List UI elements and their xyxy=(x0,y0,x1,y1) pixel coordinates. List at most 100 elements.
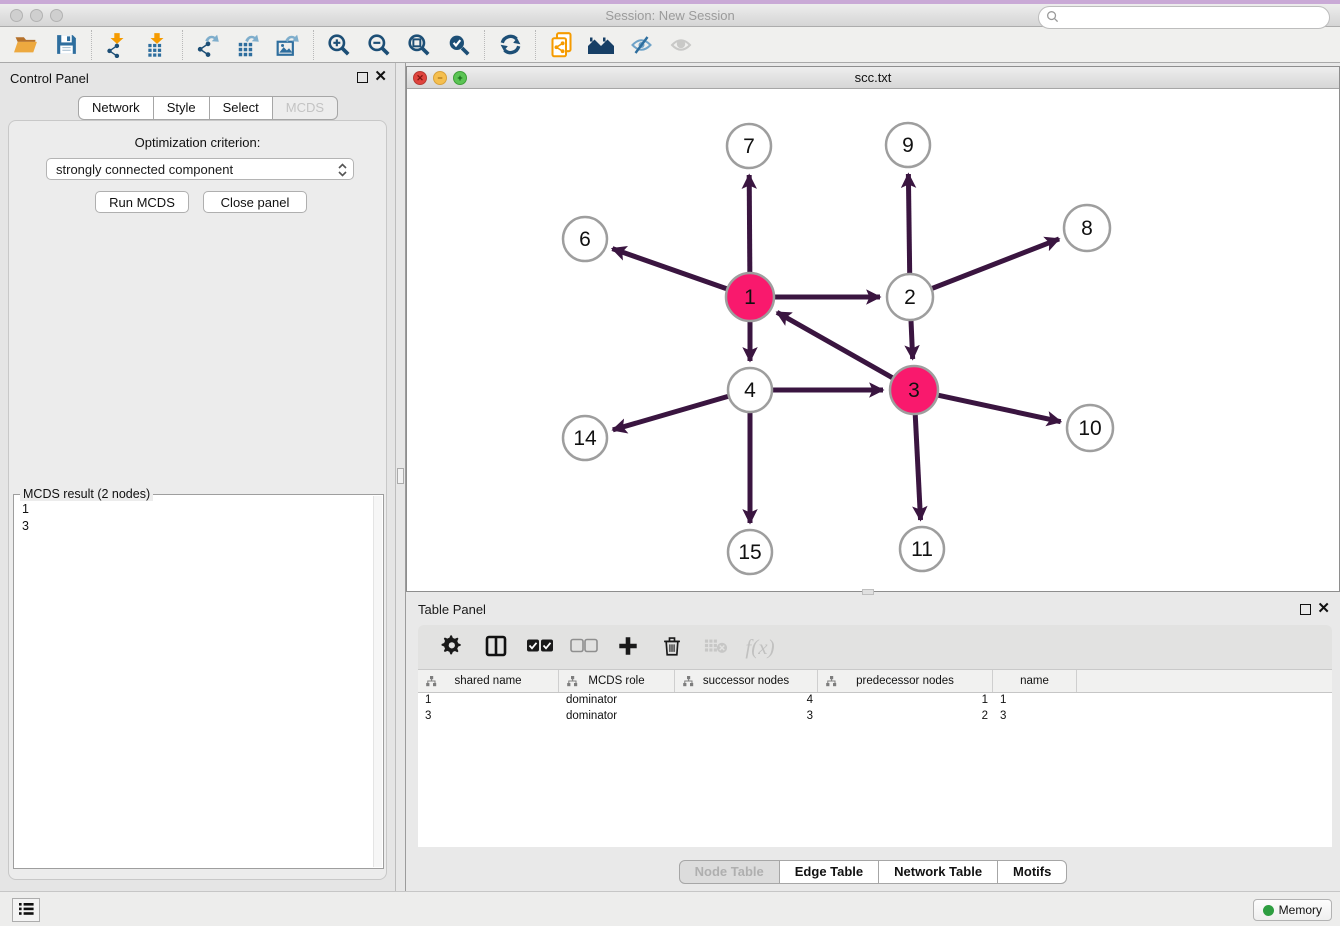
create-column-button[interactable] xyxy=(610,630,646,664)
table-cell[interactable]: 3 xyxy=(418,709,559,725)
close-panel-icon[interactable]: ✕ xyxy=(374,71,387,82)
search-input[interactable] xyxy=(1064,11,1314,25)
node-label-7: 7 xyxy=(743,135,755,158)
main-toolbar xyxy=(0,27,1340,63)
tab-style[interactable]: Style xyxy=(153,96,210,120)
import-table-button[interactable] xyxy=(137,29,177,61)
show-columns-button[interactable] xyxy=(478,630,514,664)
table-cell[interactable]: dominator xyxy=(559,709,675,725)
table-cell[interactable]: 3 xyxy=(675,709,818,725)
criterion-dropdown[interactable]: strongly connected component xyxy=(46,158,354,180)
column-header-MCDS-role[interactable]: MCDS role xyxy=(559,670,675,692)
export-image-button[interactable] xyxy=(268,29,308,61)
table-cell[interactable]: 1 xyxy=(818,693,993,709)
delete-column-button[interactable] xyxy=(654,630,690,664)
column-header-predecessor-nodes[interactable]: predecessor nodes xyxy=(818,670,993,692)
result-scrollbar[interactable] xyxy=(373,496,382,867)
node-table-header: shared nameMCDS rolesuccessor nodes prede… xyxy=(418,670,1332,693)
edge-3-1[interactable] xyxy=(777,312,893,378)
zoom-selected-button[interactable] xyxy=(439,29,479,61)
close-table-panel-icon[interactable]: ✕ xyxy=(1317,603,1330,614)
table-cell[interactable]: 1 xyxy=(418,693,559,709)
open-session-button[interactable] xyxy=(6,29,46,61)
apply-layout-button[interactable] xyxy=(490,29,530,61)
refresh-icon xyxy=(497,31,524,58)
node-11[interactable]: 11 xyxy=(900,527,944,571)
run-mcds-button[interactable]: Run MCDS xyxy=(95,191,189,213)
column-header-shared-name[interactable]: shared name xyxy=(418,670,559,692)
node-2[interactable]: 2 xyxy=(887,274,933,320)
import-network-icon xyxy=(104,32,130,58)
node-10[interactable]: 10 xyxy=(1067,405,1113,451)
tab-edge-table[interactable]: Edge Table xyxy=(779,860,879,884)
memory-button[interactable]: Memory xyxy=(1253,899,1332,921)
mcds-result-text[interactable]: 1 3 xyxy=(22,501,29,535)
tab-select[interactable]: Select xyxy=(209,96,273,120)
float-table-panel-icon[interactable] xyxy=(1300,604,1311,615)
new-network-from-selection-button[interactable] xyxy=(541,29,581,61)
zoom-out-button[interactable] xyxy=(359,29,399,61)
table-toolbar: f(x) xyxy=(418,625,1332,669)
node-4[interactable]: 4 xyxy=(728,368,772,412)
horizontal-splitter-grip[interactable] xyxy=(862,589,874,595)
tab-node-table[interactable]: Node Table xyxy=(679,860,780,884)
edge-3-10[interactable] xyxy=(937,395,1060,422)
node-7[interactable]: 7 xyxy=(727,124,771,168)
table-cell[interactable]: 1 xyxy=(993,693,1077,709)
hide-selected-button[interactable] xyxy=(621,29,661,61)
export-table-button[interactable] xyxy=(228,29,268,61)
table-row[interactable]: 3dominator323 xyxy=(418,709,1332,725)
table-cell[interactable]: 2 xyxy=(818,709,993,725)
zoom-in-button[interactable] xyxy=(319,29,359,61)
import-network-button[interactable] xyxy=(97,29,137,61)
node-8[interactable]: 8 xyxy=(1064,205,1110,251)
first-neighbors-button[interactable] xyxy=(581,29,621,61)
node-1[interactable]: 1 xyxy=(726,273,774,321)
table-panel-title: Table Panel xyxy=(418,602,486,617)
chevron-up-down-icon xyxy=(337,162,348,181)
node-14[interactable]: 14 xyxy=(563,416,607,460)
save-session-button[interactable] xyxy=(46,29,86,61)
table-settings-button[interactable] xyxy=(434,630,470,664)
edge-2-3[interactable] xyxy=(911,320,913,359)
search-field[interactable] xyxy=(1038,6,1330,29)
column-header-successor-nodes[interactable]: successor nodes xyxy=(675,670,818,692)
edge-4-14[interactable] xyxy=(613,396,729,430)
vertical-splitter[interactable] xyxy=(395,63,406,891)
close-panel-button[interactable]: Close panel xyxy=(203,191,307,213)
export-network-button[interactable] xyxy=(188,29,228,61)
node-3[interactable]: 3 xyxy=(890,366,938,414)
toolbar-separator xyxy=(91,30,92,60)
column-label: name xyxy=(1020,675,1049,687)
table-row[interactable]: 1dominator411 xyxy=(418,693,1332,709)
edge-2-8[interactable] xyxy=(931,239,1059,289)
tab-motifs[interactable]: Motifs xyxy=(997,860,1067,884)
tab-mcds[interactable]: MCDS xyxy=(272,96,338,120)
node-9[interactable]: 9 xyxy=(886,123,930,167)
table-cell[interactable]: 4 xyxy=(675,693,818,709)
select-all-columns-button[interactable] xyxy=(522,630,558,664)
column-header-name[interactable]: name xyxy=(993,670,1077,692)
edge-1-6[interactable] xyxy=(612,249,727,289)
node-15[interactable]: 15 xyxy=(728,530,772,574)
splitter-grip[interactable] xyxy=(397,468,404,484)
optimization-criterion-label: Optimization criterion: xyxy=(9,135,386,150)
node-6[interactable]: 6 xyxy=(563,217,607,261)
tab-network-table[interactable]: Network Table xyxy=(878,860,998,884)
float-panel-icon[interactable] xyxy=(357,72,368,83)
trash-icon xyxy=(662,635,682,660)
edge-1-7[interactable] xyxy=(749,175,750,273)
unselect-all-columns-button[interactable] xyxy=(566,630,602,664)
edge-3-11[interactable] xyxy=(915,414,920,520)
network-canvas[interactable]: 7 9 6 8 1 2 4 3 14 10 15 11 xyxy=(407,89,1339,592)
eye-icon xyxy=(667,33,695,57)
tab-network[interactable]: Network xyxy=(78,96,154,120)
table-delete-icon xyxy=(704,637,728,658)
table-cell[interactable]: dominator xyxy=(559,693,675,709)
edge-2-9[interactable] xyxy=(908,174,909,274)
node-label-15: 15 xyxy=(738,541,761,564)
table-cell[interactable]: 3 xyxy=(993,709,1077,725)
task-history-button[interactable] xyxy=(12,898,40,922)
zoom-fit-button[interactable] xyxy=(399,29,439,61)
column-label: predecessor nodes xyxy=(856,675,954,687)
